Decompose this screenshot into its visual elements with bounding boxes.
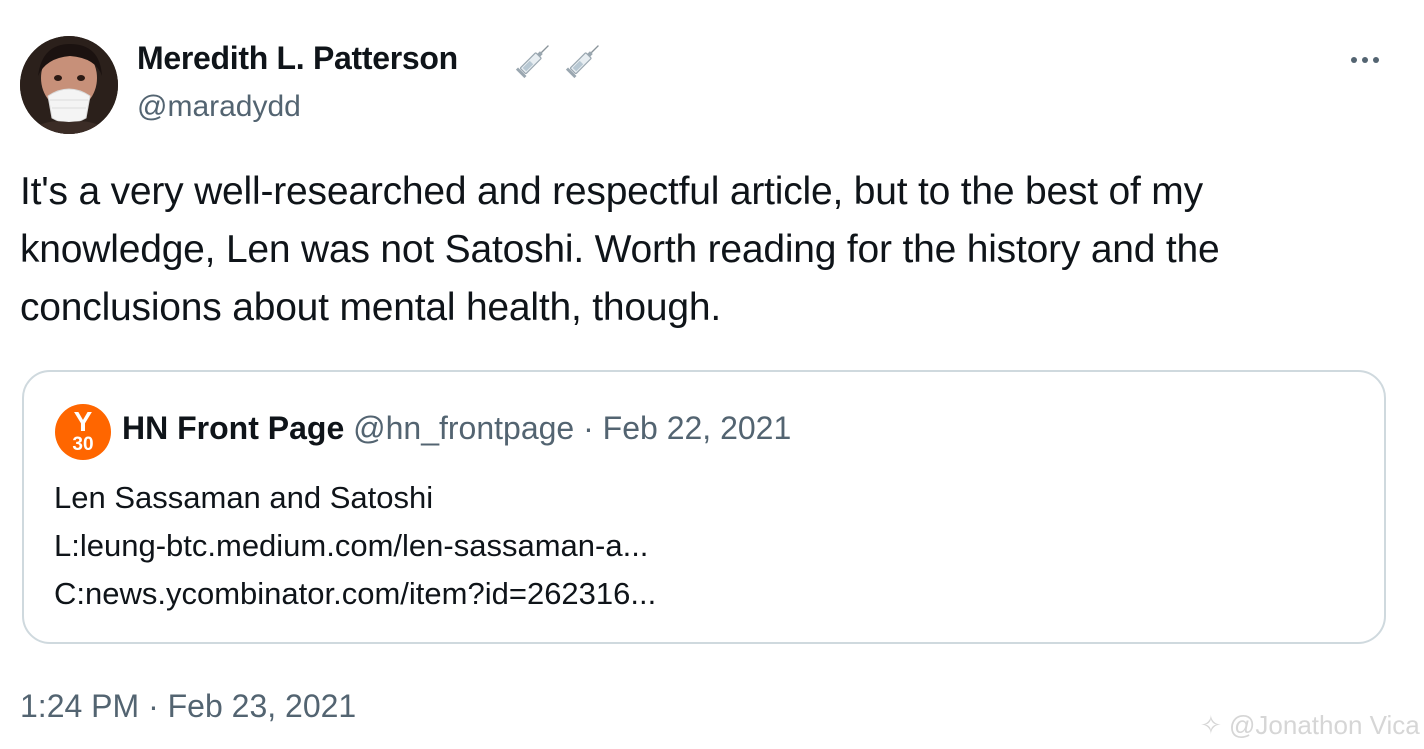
tweet-text: It's a very well-researched and respectf…	[20, 170, 1220, 329]
author-handle[interactable]: @maradydd	[137, 90, 301, 124]
quote-title: Len Sassaman and Satoshi	[54, 480, 434, 515]
more-options-button[interactable]	[1340, 40, 1390, 80]
quote-header: HN Front Page @hn_frontpage · Feb 22, 20…	[122, 410, 791, 447]
quote-link-comments[interactable]: C:news.ycombinator.com/item?id=262316...	[54, 570, 656, 618]
quote-avatar[interactable]: Y 30	[55, 404, 111, 460]
syringe-icon	[514, 38, 556, 85]
watermark-text: @Jonathon Vica	[1229, 710, 1420, 740]
quoted-tweet-card[interactable]: Y 30 HN Front Page @hn_frontpage · Feb 2…	[22, 370, 1386, 644]
watermark: ✧ @Jonathon Vica	[1200, 710, 1420, 741]
tweet-timestamp[interactable]: 1:24 PM · Feb 23, 2021	[20, 688, 356, 725]
quote-avatar-number: 30	[72, 434, 94, 455]
quote-separator: ·	[574, 410, 603, 446]
quote-body: Len Sassaman and Satoshi L:leung-btc.med…	[54, 474, 656, 618]
tweet: Meredith L. Patterson @maradydd It's a v…	[0, 0, 1424, 749]
author-name-emojis	[514, 40, 606, 82]
more-horizontal-icon	[1351, 57, 1357, 63]
quote-author-name[interactable]: HN Front Page	[122, 410, 344, 446]
more-dot	[1373, 57, 1379, 63]
quote-author-handle[interactable]: @hn_frontpage	[353, 410, 574, 446]
avatar-image	[20, 36, 118, 134]
author-name[interactable]: Meredith L. Patterson	[137, 40, 458, 77]
quote-date[interactable]: Feb 22, 2021	[603, 410, 792, 446]
more-dot	[1362, 57, 1368, 63]
watermark-logo-icon: ✧	[1200, 710, 1222, 740]
author-avatar[interactable]	[20, 36, 118, 134]
syringe-icon	[564, 38, 606, 85]
quote-link-article[interactable]: L:leung-btc.medium.com/len-sassaman-a...	[54, 522, 656, 570]
